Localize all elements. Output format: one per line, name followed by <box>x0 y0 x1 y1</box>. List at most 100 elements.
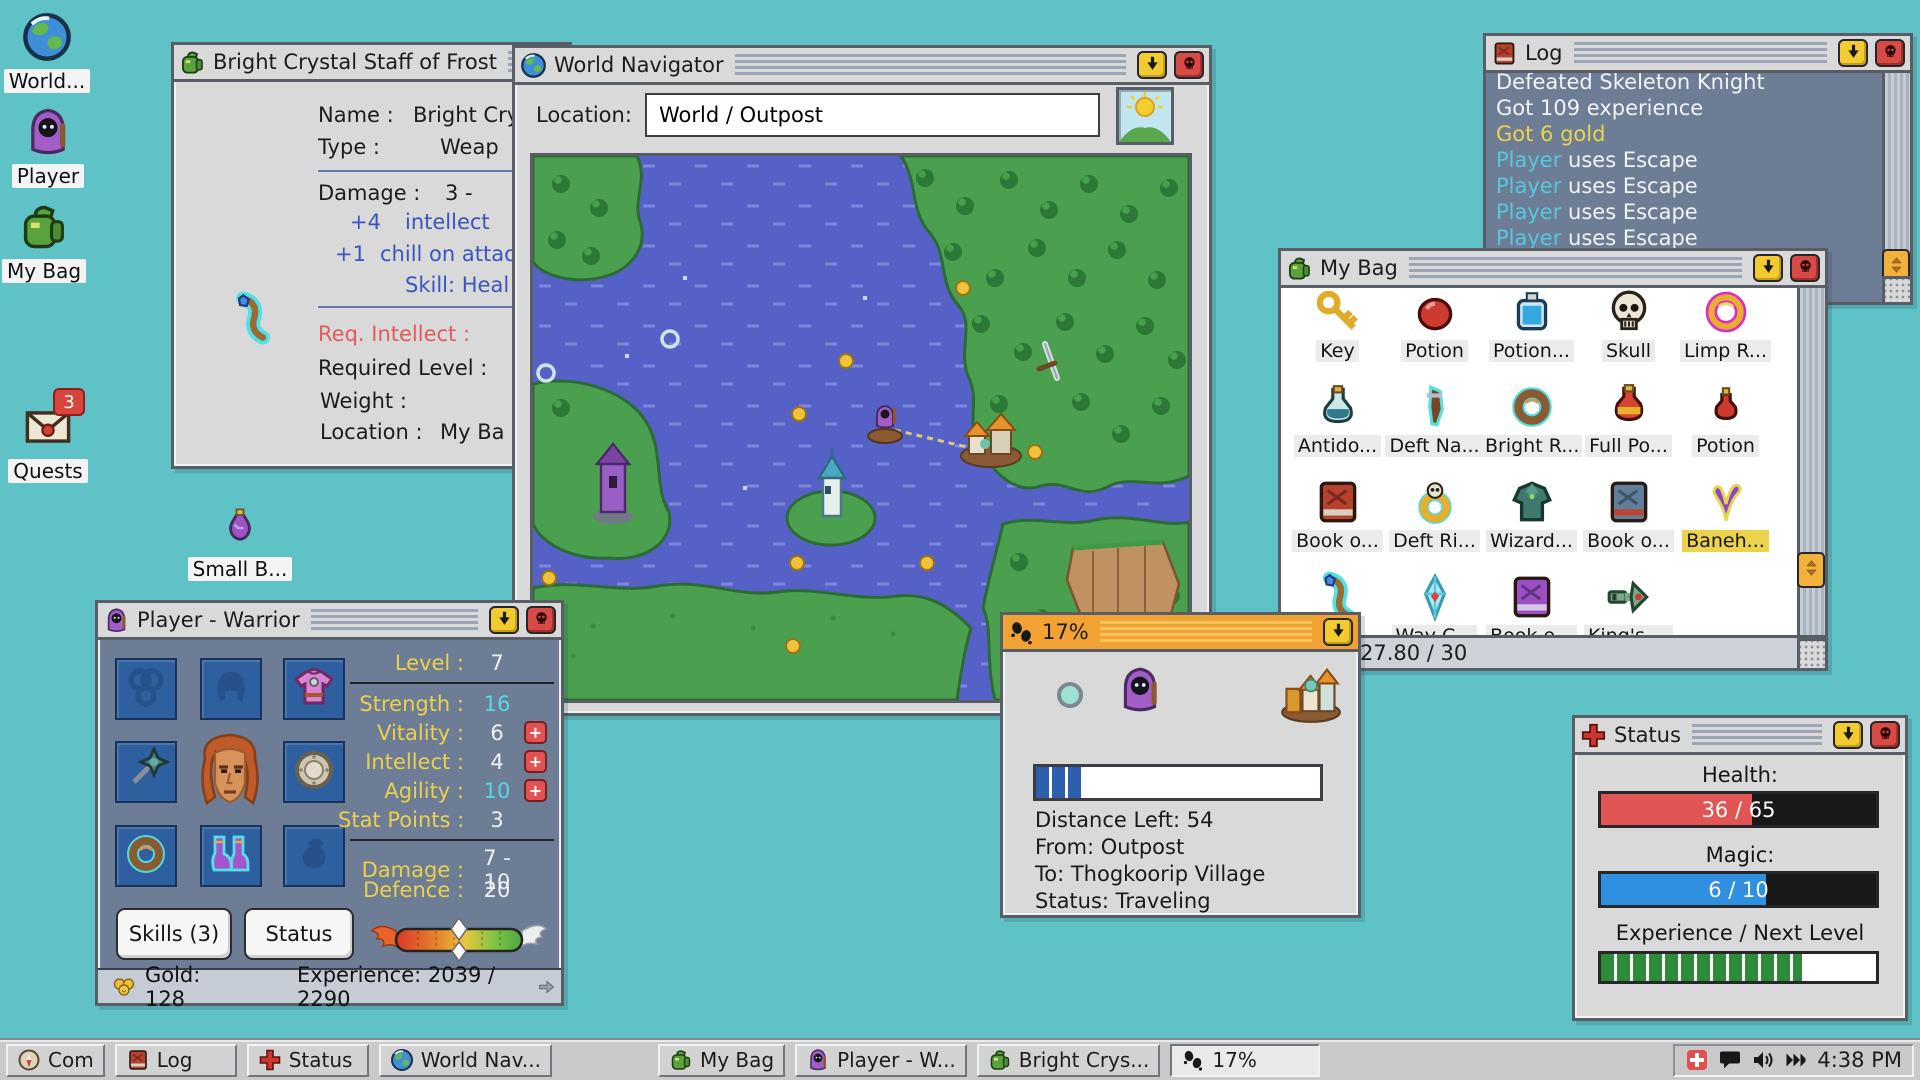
equip-slot-helmet[interactable] <box>200 658 262 720</box>
close-button[interactable] <box>1870 721 1900 749</box>
bag-item[interactable]: Wizard... <box>1483 464 1580 552</box>
bag-item[interactable]: Key <box>1289 288 1386 362</box>
travel-progress-fill <box>1036 767 1084 798</box>
minimize-button[interactable] <box>1753 254 1783 282</box>
bag-item[interactable]: Way C... <box>1386 559 1483 638</box>
close-button[interactable] <box>1174 51 1204 79</box>
titlebar-stripes <box>1100 621 1312 643</box>
player-titlebar[interactable]: Player - Warrior <box>98 603 561 640</box>
desktop-icon-smallbag[interactable]: Small B... <box>185 500 295 581</box>
bag-item[interactable]: Potion <box>1677 369 1774 457</box>
bag-capacity: 27.80 / 30 <box>1360 641 1467 665</box>
desktop-icon-mybag[interactable]: My Bag <box>0 200 99 283</box>
desktop-icon-player[interactable]: Player <box>0 105 103 188</box>
status-titlebar[interactable]: Status <box>1575 718 1905 755</box>
log-resize-grip[interactable] <box>1882 276 1910 302</box>
bag-resize-grip[interactable] <box>1797 638 1825 668</box>
log-window-titlebar[interactable]: Log <box>1486 36 1910 73</box>
location-input[interactable] <box>645 93 1100 137</box>
travel-titlebar[interactable]: 17% <box>1003 615 1358 652</box>
speaker-icon[interactable] <box>1751 1048 1775 1072</box>
close-button[interactable] <box>1875 39 1905 67</box>
bag-item[interactable]: Deft Ri... <box>1386 464 1483 552</box>
travel-to: To: Thogkoorip Village <box>1035 861 1265 888</box>
bag-item[interactable]: Limp R... <box>1677 288 1774 362</box>
bag-item[interactable]: Potion... <box>1483 288 1580 362</box>
item-location-label: Location : <box>320 420 423 444</box>
equip-slot-ring[interactable] <box>115 825 177 887</box>
book-purple-icon <box>1507 572 1557 622</box>
titlebar-stripes <box>1574 42 1827 64</box>
speech-icon[interactable] <box>1718 1048 1742 1072</box>
taskbar-button-log[interactable]: Log <box>115 1044 237 1077</box>
equip-slot-weapon[interactable] <box>115 741 177 803</box>
bag-item[interactable]: Full Po... <box>1580 369 1677 457</box>
minimize-button[interactable] <box>1323 618 1353 646</box>
equip-slot-boots[interactable] <box>200 825 262 887</box>
minimize-button[interactable] <box>1838 39 1868 67</box>
bag-scroll-button[interactable] <box>1797 552 1825 588</box>
equip-slot-amulet[interactable] <box>115 658 177 720</box>
expand-arrow-icon[interactable] <box>535 975 557 999</box>
item-req-intellect-label: Req. Intellect : <box>318 322 470 346</box>
bag-item[interactable]: Antido... <box>1289 369 1386 457</box>
stat-plus-button[interactable]: + <box>524 750 547 773</box>
equip-slot-armor[interactable] <box>283 658 345 720</box>
skull-icon <box>1796 257 1815 280</box>
backpack-icon <box>179 49 206 76</box>
close-button[interactable] <box>1790 254 1820 282</box>
equip-slot-pouch[interactable] <box>283 825 345 887</box>
health-value: 36 / 65 <box>1601 794 1876 825</box>
magic-bar: 6 / 10 <box>1598 871 1879 908</box>
player-icon <box>103 607 130 634</box>
minimize-button[interactable] <box>489 606 519 634</box>
taskbar-button-status[interactable]: Status <box>247 1044 369 1077</box>
status-button[interactable]: Status <box>244 908 354 960</box>
taskbar-button-bright-crys-[interactable]: Bright Crys... <box>977 1044 1161 1077</box>
bag-item[interactable]: Potion <box>1386 288 1483 362</box>
navigator-titlebar[interactable]: World Navigator <box>515 48 1209 85</box>
close-button[interactable] <box>526 606 556 634</box>
down-arrow-icon <box>1329 621 1348 644</box>
ffwd-icon[interactable] <box>1784 1048 1808 1072</box>
footprints-icon <box>1181 1048 1205 1072</box>
bag-titlebar[interactable]: My Bag <box>1281 251 1825 288</box>
bag-item[interactable]: Book o... <box>1289 464 1386 552</box>
bag-item[interactable]: Baneh... <box>1677 464 1774 552</box>
bag-capacity-bar: 27.80 / 30 <box>1281 635 1825 668</box>
bag-item[interactable]: Book o... <box>1483 559 1580 638</box>
player-content: Level :7Strength :16Vitality :6+Intellec… <box>98 640 561 1003</box>
taskbar-button-17-[interactable]: 17% <box>1170 1044 1320 1077</box>
karma-gauge[interactable] <box>370 916 548 964</box>
bag-item[interactable]: King's ... <box>1580 559 1677 638</box>
skull-icon <box>1180 54 1199 77</box>
item-window-titlebar[interactable]: Bright Crystal Staff of Frost <box>174 45 569 82</box>
taskbar-button-player-w-[interactable]: Player - W... <box>795 1044 967 1077</box>
boots-icon <box>207 830 255 882</box>
minimize-button[interactable] <box>1833 721 1863 749</box>
quests-badge: 3 <box>53 388 85 416</box>
bag-item[interactable]: Bright R... <box>1483 369 1580 457</box>
taskbar-button-com[interactable]: Com <box>6 1044 105 1077</box>
backpack-icon <box>1286 255 1313 282</box>
skills-button[interactable]: Skills (3) <box>116 908 232 960</box>
stat-plus-button[interactable]: + <box>524 779 547 802</box>
item-req-level-label: Required Level : <box>318 356 487 380</box>
bag-item[interactable]: Skull <box>1580 288 1677 362</box>
bag-item[interactable]: Deft Na... <box>1386 369 1483 457</box>
tray-cross-icon[interactable] <box>1685 1048 1709 1072</box>
desktop-icon-world[interactable]: World... <box>0 10 102 93</box>
equip-slot-shield[interactable] <box>283 741 345 803</box>
stat-label: Defence : <box>338 878 470 902</box>
desktop-icon-quests[interactable]: 3 Quests <box>0 400 103 483</box>
minimize-button[interactable] <box>1137 51 1167 79</box>
taskbar-button-my-bag[interactable]: My Bag <box>658 1044 785 1077</box>
stat-plus-button[interactable]: + <box>524 721 547 744</box>
book-icon <box>1491 40 1518 67</box>
taskbar-button-world-nav-[interactable]: World Nav... <box>379 1044 552 1077</box>
bag-item[interactable]: Book o... <box>1580 464 1677 552</box>
player-window: Player - Warrior Level :7Strength :16Vit… <box>95 600 564 1006</box>
bag-item-label: Limp R... <box>1680 340 1771 362</box>
log-entry: Player uses Escape <box>1496 173 1878 199</box>
desktop-icon-label: Quests <box>8 459 87 483</box>
